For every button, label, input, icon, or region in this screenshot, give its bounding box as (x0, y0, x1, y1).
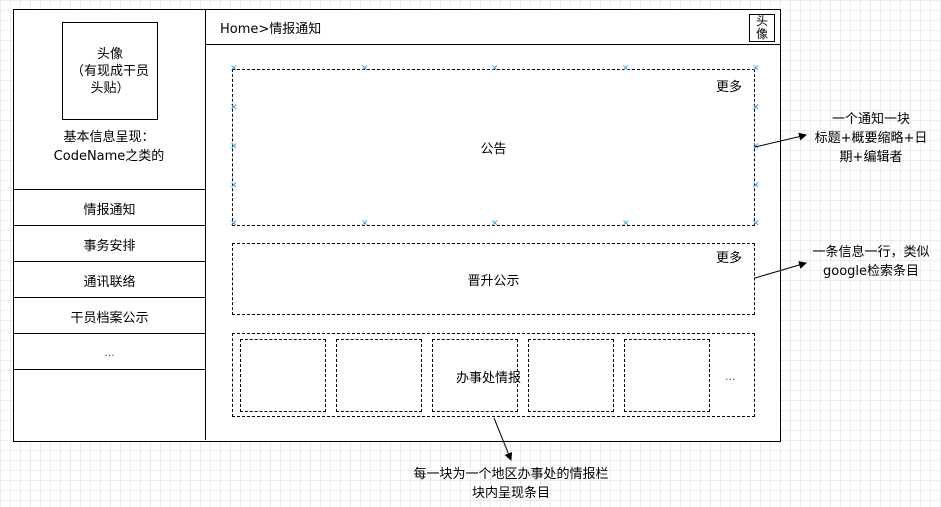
office-arrow (493, 417, 513, 461)
office-note: 每一块为一个地区办事处的情报栏 块内呈现条目 (413, 467, 609, 501)
promotion-note: 一条信息一行，类似 google检索条目 (812, 245, 930, 279)
announcement-note: 一个通知一块 标题+概要缩略+日 期+编辑者 (814, 112, 928, 165)
announcement-arrow (754, 132, 807, 148)
annotation-arrows (493, 132, 807, 461)
promotion-arrow (754, 261, 807, 279)
